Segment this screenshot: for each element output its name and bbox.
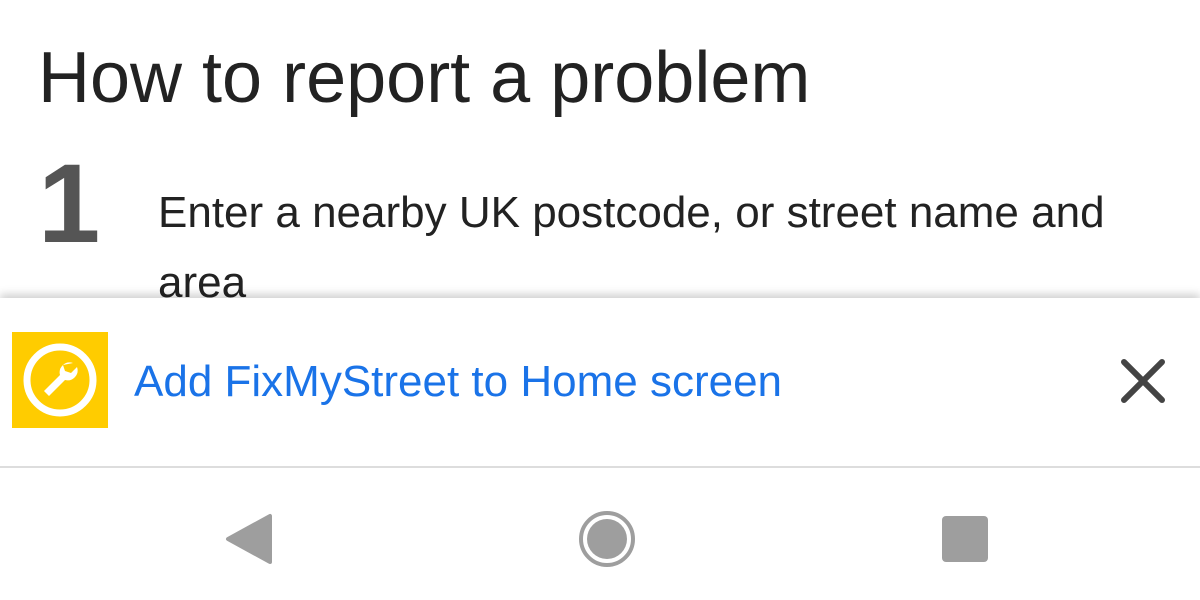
close-icon <box>1121 359 1165 403</box>
page-title: How to report a problem <box>38 38 811 118</box>
browser-page: How to report a problem 1 Enter a nearby… <box>0 0 1200 600</box>
recents-button[interactable] <box>930 504 1000 574</box>
add-to-home-link[interactable]: Add FixMyStreet to Home screen <box>134 354 782 410</box>
back-triangle-icon <box>226 514 272 564</box>
page-content: How to report a problem 1 Enter a nearby… <box>0 0 1200 298</box>
app-icon[interactable] <box>12 332 108 428</box>
recents-square-icon <box>942 516 988 562</box>
system-navigation-bar <box>0 468 1200 600</box>
home-circle-icon <box>579 511 635 567</box>
wrench-icon <box>12 332 108 428</box>
back-button[interactable] <box>214 504 284 574</box>
home-button[interactable] <box>572 504 642 574</box>
close-button[interactable] <box>1112 350 1174 412</box>
add-to-home-banner: Add FixMyStreet to Home screen <box>0 298 1200 468</box>
step-number: 1 <box>38 141 101 266</box>
step-text: Enter a nearby UK postcode, or street na… <box>158 188 1105 298</box>
